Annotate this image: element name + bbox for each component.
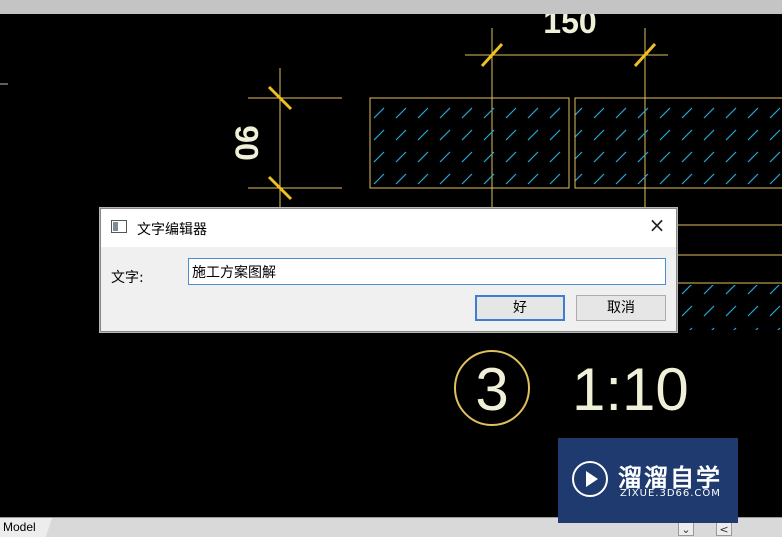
dialog-titlebar[interactable]: 文字编辑器 × bbox=[101, 209, 676, 247]
watermark-url: ZIXUE.3D66.COM bbox=[620, 488, 721, 499]
hatched-block-left bbox=[369, 97, 570, 189]
text-field-label: 文字: bbox=[111, 270, 144, 286]
cancel-button[interactable]: 取消 bbox=[576, 295, 666, 321]
text-editor-dialog: 文字编辑器 × 文字: 好 取消 bbox=[100, 208, 677, 332]
close-button[interactable]: × bbox=[640, 213, 674, 241]
hatched-block-lower bbox=[676, 285, 782, 330]
scroll-down-button[interactable]: ⌄ bbox=[678, 522, 694, 536]
dimension-text-top: 150 bbox=[543, 14, 596, 40]
watermark: 溜溜自学 ZIXUE.3D66.COM bbox=[558, 438, 738, 523]
dimension-text-left: 90 bbox=[229, 125, 265, 161]
tab-model[interactable]: Model bbox=[0, 518, 52, 537]
text-input[interactable] bbox=[188, 258, 666, 285]
top-toolbar bbox=[0, 0, 782, 14]
ok-button[interactable]: 好 bbox=[475, 295, 565, 321]
scale-label: 1:10 bbox=[572, 356, 689, 423]
window-icon bbox=[111, 220, 127, 233]
detail-number: 3 bbox=[475, 356, 508, 423]
hatched-block-right bbox=[574, 97, 782, 189]
scroll-left-button[interactable]: < bbox=[716, 522, 732, 536]
play-logo-icon bbox=[572, 461, 608, 497]
dialog-title: 文字编辑器 bbox=[137, 222, 207, 238]
